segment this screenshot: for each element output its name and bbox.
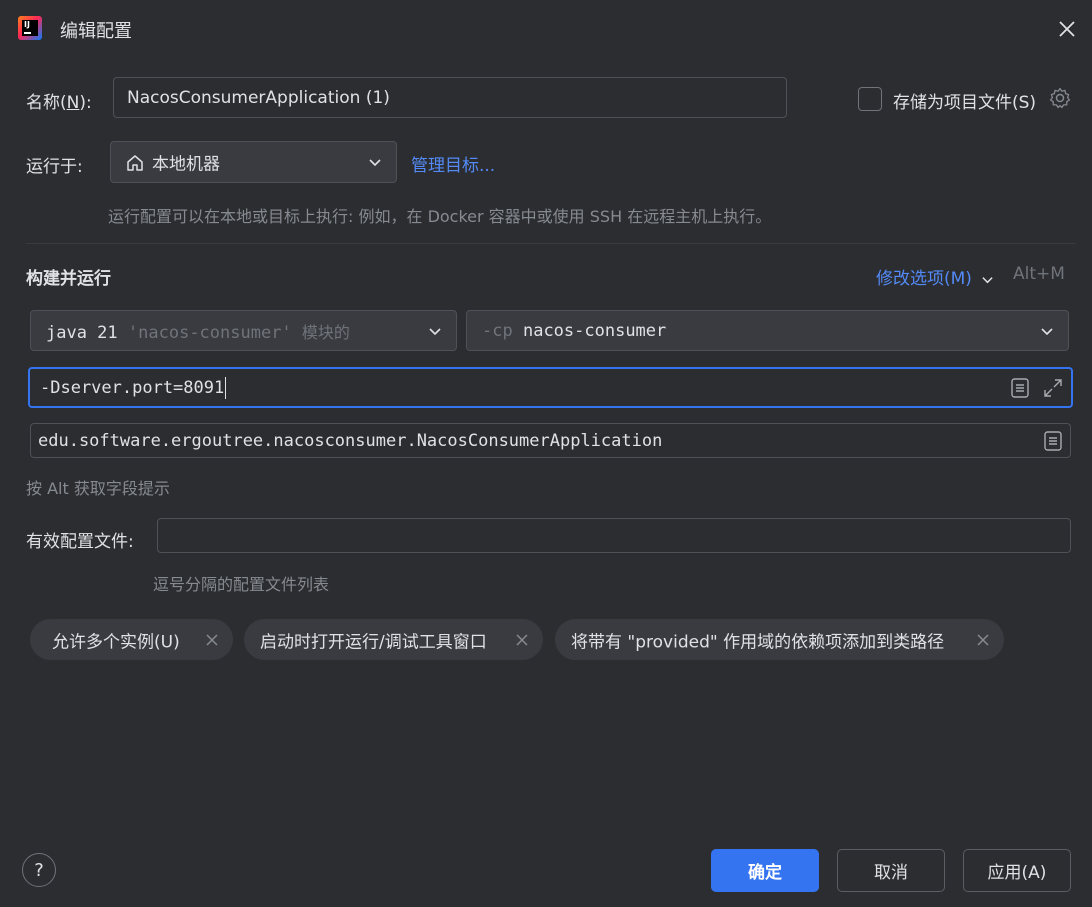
run-target-dropdown[interactable]: 本地机器: [110, 141, 397, 183]
close-icon[interactable]: [205, 633, 219, 647]
chevron-down-icon: [982, 276, 994, 283]
name-input-value: NacosConsumerApplication (1): [127, 87, 390, 108]
store-as-project-file-label[interactable]: 存储为项目文件(S): [893, 88, 1036, 113]
home-icon: [127, 155, 143, 171]
close-icon[interactable]: [976, 633, 990, 647]
help-button[interactable]: ?: [22, 853, 56, 887]
manage-targets-link[interactable]: 管理目标...: [411, 151, 495, 176]
main-class-input[interactable]: edu.software.ergoutree.nacosconsumer.Nac…: [30, 423, 1071, 458]
intellij-idea-icon: IJ: [18, 16, 42, 40]
ok-button[interactable]: 确定: [711, 849, 819, 892]
classpath-dropdown[interactable]: -cp nacos-consumer: [466, 310, 1069, 351]
close-icon[interactable]: [515, 633, 529, 647]
close-button[interactable]: [1054, 16, 1080, 42]
run-on-hint: 运行配置可以在本地或目标上执行: 例如，在 Docker 容器中或使用 SSH …: [108, 207, 772, 226]
chip-label: 启动时打开运行/调试工具窗口: [260, 632, 487, 652]
classpath-value: -cp nacos-consumer: [482, 321, 666, 341]
chip-add-provided-scope[interactable]: 将带有 "provided" 作用域的依赖项添加到类路径: [555, 619, 1004, 660]
apply-button[interactable]: 应用(A): [963, 849, 1071, 892]
chip-allow-multiple-instances[interactable]: 允许多个实例(U): [30, 619, 233, 660]
title-bar: IJ 编辑配置: [0, 0, 1092, 58]
expand-icon[interactable]: [1042, 377, 1064, 399]
chip-label: 将带有 "provided" 作用域的依赖项添加到类路径: [571, 632, 945, 652]
alt-hint: 按 Alt 获取字段提示: [26, 479, 170, 498]
gear-icon[interactable]: [1048, 86, 1072, 110]
jdk-suffix: 模块的: [301, 322, 350, 342]
close-icon: [1059, 21, 1075, 37]
dialog-title: 编辑配置: [60, 21, 132, 42]
chip-label: 允许多个实例(U): [52, 632, 180, 652]
chip-open-tool-window[interactable]: 启动时打开运行/调试工具窗口: [244, 619, 543, 660]
main-class-value: edu.software.ergoutree.nacosconsumer.Nac…: [38, 430, 663, 451]
run-target-value: 本地机器: [152, 154, 220, 175]
cancel-button[interactable]: 取消: [837, 849, 945, 892]
active-profiles-input[interactable]: [157, 518, 1071, 553]
chevron-down-icon: [429, 327, 441, 335]
divider: [26, 243, 1076, 244]
modify-options-link[interactable]: 修改选项(M): [876, 264, 994, 289]
list-icon[interactable]: [1010, 377, 1030, 399]
jdk-version: java 21: [46, 322, 118, 343]
classpath-flag: -cp: [482, 320, 513, 341]
jdk-dropdown[interactable]: java 21 'nacos-consumer' 模块的: [30, 310, 457, 351]
active-profiles-label: 有效配置文件:: [26, 532, 134, 552]
chevron-down-icon: [369, 159, 381, 167]
store-as-project-file-checkbox[interactable]: [858, 87, 882, 111]
jdk-module: 'nacos-consumer': [127, 322, 292, 343]
build-run-section-title: 构建并运行: [26, 269, 111, 289]
run-on-label: 运行于:: [26, 157, 83, 177]
list-icon[interactable]: [1043, 430, 1063, 452]
chevron-down-icon: [1041, 327, 1053, 335]
name-input[interactable]: NacosConsumerApplication (1): [113, 77, 787, 118]
jdk-value: java 21 'nacos-consumer' 模块的: [46, 319, 350, 343]
modify-options-shortcut: Alt+M: [1013, 264, 1065, 284]
vm-options-value: -Dserver.port=8091: [40, 376, 227, 399]
name-label: 名称(N):: [26, 93, 92, 113]
profiles-hint: 逗号分隔的配置文件列表: [153, 575, 330, 594]
classpath-module: nacos-consumer: [522, 320, 667, 341]
vm-options-input[interactable]: -Dserver.port=8091: [28, 367, 1073, 408]
modify-options-label: 修改选项(M): [876, 269, 972, 289]
